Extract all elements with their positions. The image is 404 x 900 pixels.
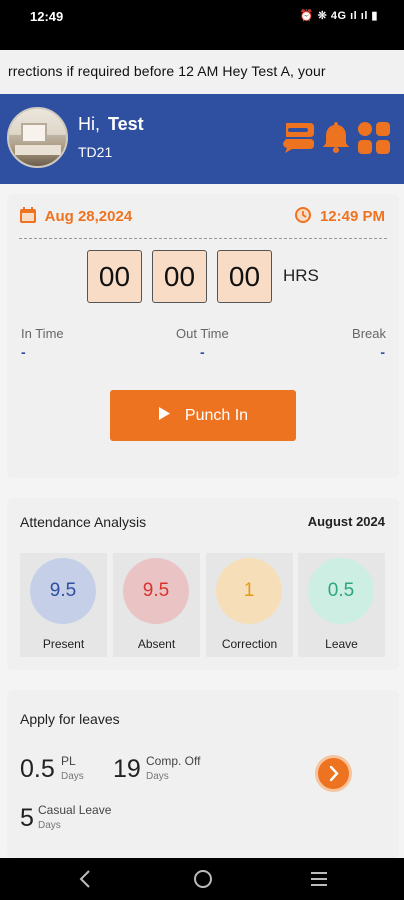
- pl-unit: Days: [61, 771, 84, 782]
- stat-correction[interactable]: 1 Correction: [206, 553, 293, 657]
- app-header: Hi, Test TD21: [0, 94, 404, 184]
- date-row: Aug 28,2024: [19, 206, 132, 225]
- clock-icon: [294, 207, 320, 225]
- employee-code: TD21: [78, 144, 113, 160]
- break-label: Break: [352, 326, 386, 341]
- stat-value: 9.5: [30, 558, 96, 624]
- attendance-title: Attendance Analysis: [20, 514, 147, 530]
- apps-grid-icon[interactable]: [357, 121, 391, 160]
- stat-absent[interactable]: 9.5 Absent: [113, 553, 200, 657]
- play-icon: [158, 406, 171, 426]
- greeting-text: Hi,: [78, 114, 100, 134]
- timer-minutes: 00: [152, 250, 207, 303]
- in-time-label: In Time: [21, 326, 64, 341]
- apply-leave-button[interactable]: [315, 755, 352, 792]
- back-icon[interactable]: [76, 868, 96, 895]
- attendance-month[interactable]: August 2024: [308, 514, 385, 529]
- current-date: Aug 28,2024: [44, 208, 133, 225]
- stat-value: 9.5: [123, 558, 189, 624]
- stat-label: Present: [42, 637, 85, 651]
- home-icon[interactable]: [192, 868, 214, 895]
- greeting: Hi, Test: [78, 114, 144, 135]
- punch-in-button[interactable]: Punch In: [110, 390, 296, 441]
- comp-off-unit: Days: [146, 771, 169, 782]
- casual-leave-unit: Days: [38, 820, 61, 831]
- stat-leave[interactable]: 0.5 Leave: [298, 553, 385, 657]
- announcement-ticker: rrections if required before 12 AM Hey T…: [0, 50, 404, 94]
- punch-card: Aug 28,2024 12:49 PM 00 00 00 HRS In Tim…: [7, 194, 399, 478]
- timer-seconds: 00: [217, 250, 272, 303]
- time-row: 12:49 PM: [294, 206, 385, 225]
- navigation-bar: [0, 858, 404, 900]
- out-time-value: -: [200, 344, 205, 360]
- stat-value: 0.5: [308, 558, 374, 624]
- leaves-title: Apply for leaves: [20, 711, 120, 727]
- casual-leave-balance: 5: [20, 804, 34, 832]
- user-name: Test: [108, 114, 144, 134]
- in-time-value: -: [21, 344, 26, 360]
- recents-icon[interactable]: [309, 868, 329, 895]
- chat-icon[interactable]: [282, 121, 316, 158]
- stat-label: Correction: [221, 637, 278, 651]
- comp-off-balance: 19: [113, 755, 141, 783]
- notification-bell-icon[interactable]: [322, 121, 350, 158]
- ticker-text: rrections if required before 12 AM Hey T…: [8, 63, 326, 79]
- status-icons: ⏰ ❊ 4G ıl ıl ▮: [299, 10, 378, 22]
- status-time: 12:49: [30, 9, 64, 24]
- casual-leave-name: Casual Leave: [38, 803, 112, 817]
- chevron-right-icon: [318, 765, 349, 793]
- out-time-label: Out Time: [176, 326, 229, 341]
- stat-present[interactable]: 9.5 Present: [20, 553, 107, 657]
- comp-off-name: Comp. Off: [146, 754, 201, 768]
- avatar[interactable]: [7, 107, 68, 168]
- current-time: 12:49 PM: [319, 208, 385, 225]
- attendance-card: Attendance Analysis August 2024 9.5 Pres…: [7, 498, 399, 670]
- dashed-divider: [19, 238, 387, 239]
- stat-label: Leave: [325, 637, 358, 651]
- break-value: -: [380, 344, 385, 360]
- calendar-icon: [19, 207, 45, 225]
- pl-balance: 0.5: [20, 755, 55, 783]
- leaves-card: Apply for leaves 0.5 PL Days 19 Comp. Of…: [7, 690, 399, 858]
- punch-in-label: Punch In: [184, 406, 249, 424]
- timer-unit: HRS: [283, 266, 319, 285]
- timer-hours: 00: [87, 250, 142, 303]
- status-bar: 12:49 ⏰ ❊ 4G ıl ıl ▮: [0, 0, 404, 50]
- stat-label: Absent: [137, 637, 176, 651]
- pl-name: PL: [61, 754, 76, 768]
- stat-value: 1: [216, 558, 282, 624]
